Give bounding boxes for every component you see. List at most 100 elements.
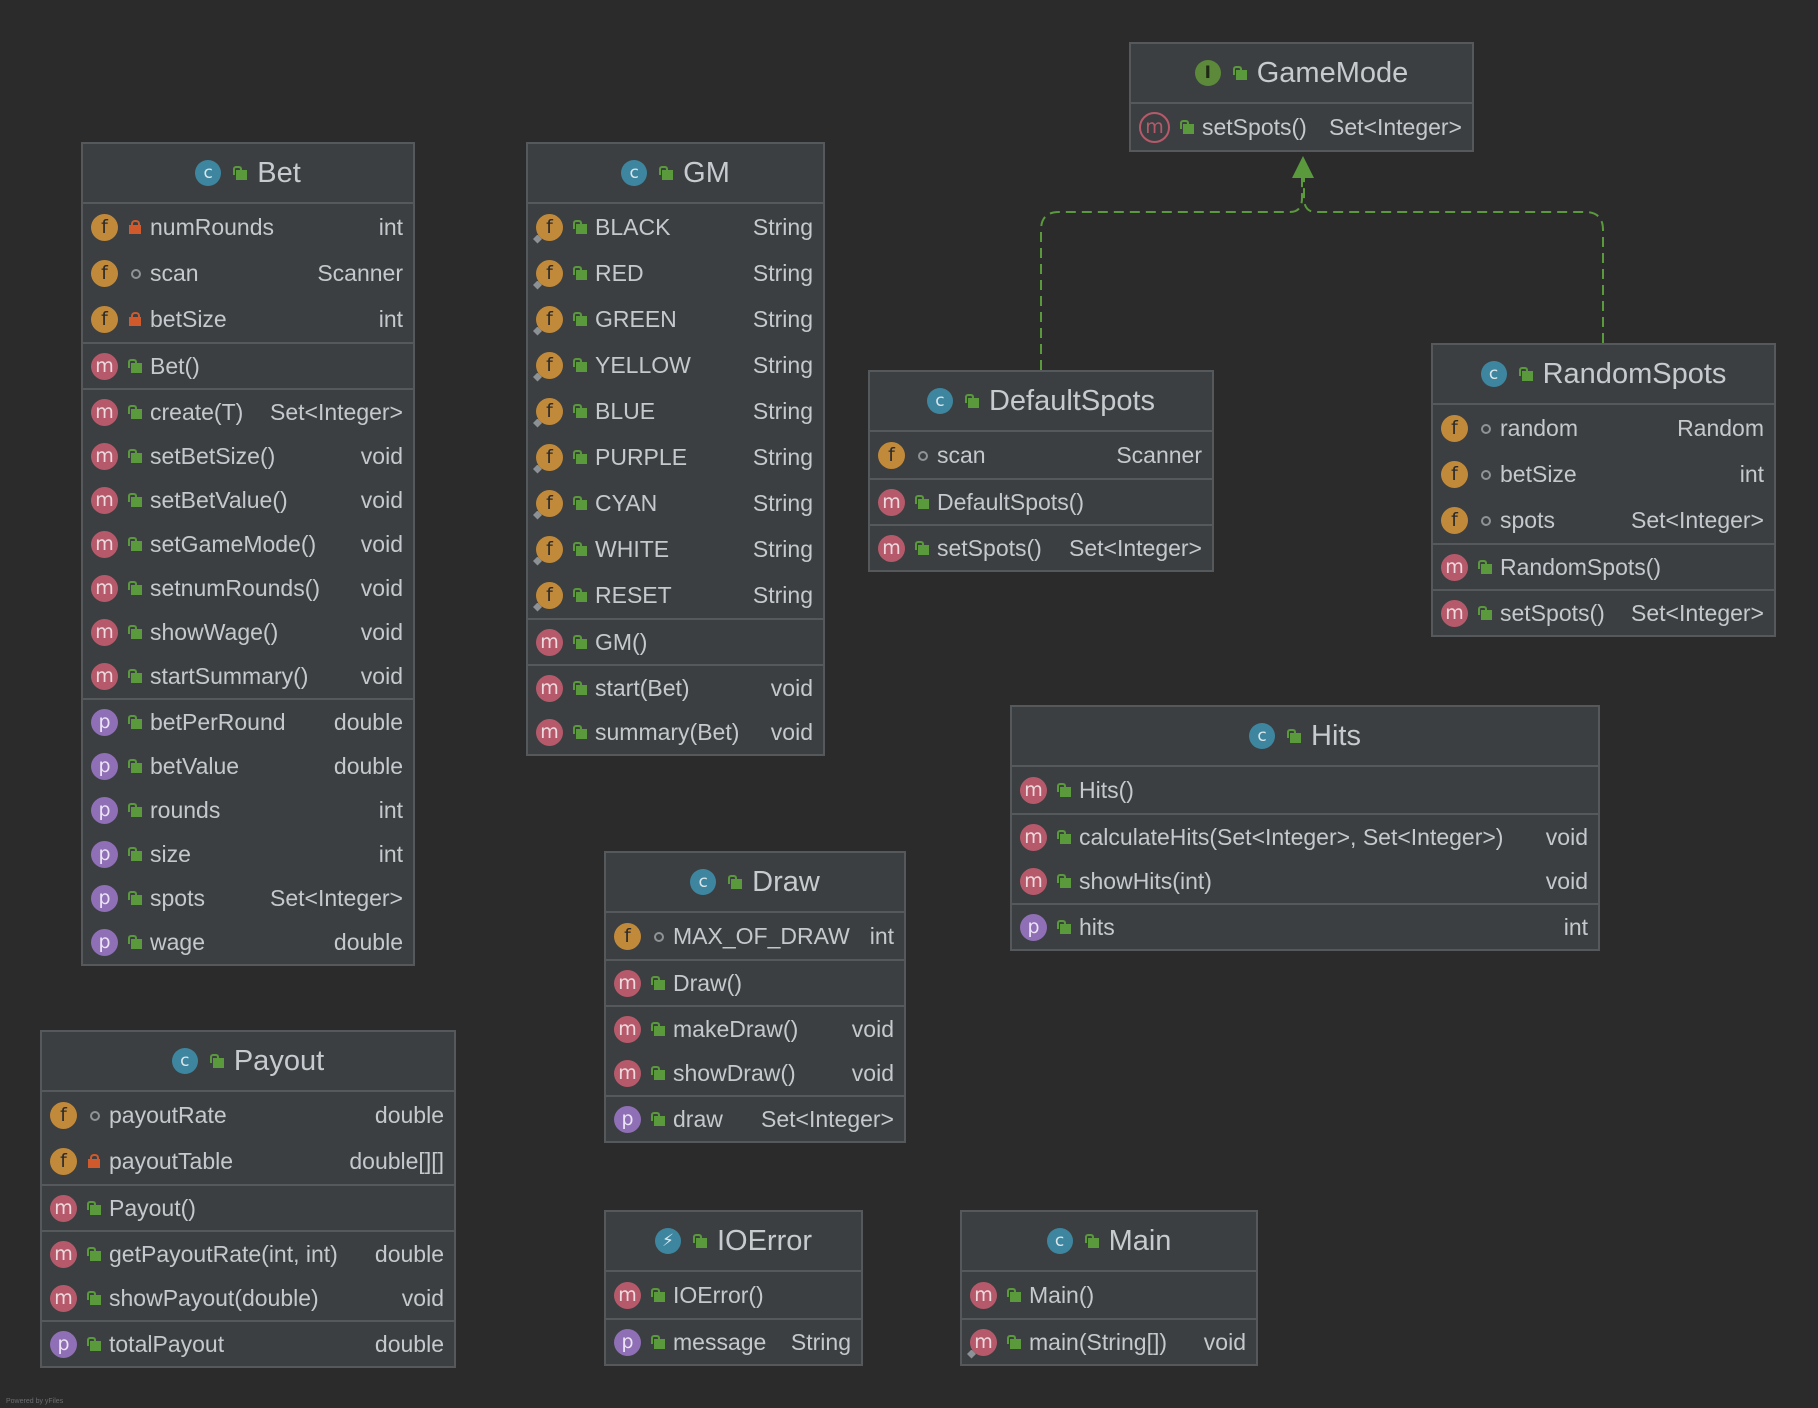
- defaultspots-section: m DefaultSpots(): [870, 480, 1212, 526]
- member-row[interactable]: m makeDraw() void: [606, 1007, 904, 1051]
- member-row[interactable]: m start(Bet) void: [528, 666, 823, 710]
- member-name: GREEN: [595, 305, 677, 332]
- field-icon: f: [91, 305, 118, 333]
- member-row[interactable]: p hits int: [1012, 905, 1598, 949]
- member-row[interactable]: m Payout(): [42, 1186, 454, 1230]
- class-defaultspots[interactable]: c DefaultSpots f scan Scanner m DefaultSpots()…: [868, 370, 1214, 572]
- member-row[interactable]: m Bet(): [83, 344, 413, 388]
- class-gamemode[interactable]: I GameMode m setSpots() Set<Integer>: [1129, 42, 1474, 152]
- member-row[interactable]: f BLACK String: [528, 204, 823, 250]
- member-row[interactable]: f GREEN String: [528, 296, 823, 342]
- member-row[interactable]: p message String: [606, 1320, 861, 1364]
- member-row[interactable]: f numRounds int: [83, 204, 413, 250]
- member-row[interactable]: p betPerRound double: [83, 700, 413, 744]
- member-row[interactable]: f MAX_OF_DRAW int: [606, 913, 904, 959]
- public-lock-icon: [87, 1291, 101, 1305]
- member-row[interactable]: p wage double: [83, 920, 413, 964]
- member-row[interactable]: m DefaultSpots(): [870, 480, 1212, 524]
- member-row[interactable]: f betSize int: [83, 296, 413, 342]
- member-type: Random: [1677, 414, 1764, 441]
- member-name: wage: [150, 928, 205, 955]
- member-row[interactable]: m GM(): [528, 620, 823, 664]
- class-ioerror[interactable]: ⚡ IOError m IOError() p message String: [604, 1210, 863, 1366]
- member-row[interactable]: m setnumRounds() void: [83, 566, 413, 610]
- member-row[interactable]: f betSize int: [1433, 451, 1774, 497]
- member-row[interactable]: f scan Scanner: [870, 432, 1212, 478]
- member-row[interactable]: f CYAN String: [528, 480, 823, 526]
- member-row[interactable]: m Main(): [962, 1272, 1256, 1318]
- member-row[interactable]: m showDraw() void: [606, 1051, 904, 1095]
- randomspots-section: m setSpots() Set<Integer>: [1433, 591, 1774, 635]
- class-hits[interactable]: c Hits m Hits() m calculateHits(Set<Integer>,…: [1010, 705, 1600, 951]
- payout-section: m Payout(): [42, 1186, 454, 1232]
- member-name: RED: [595, 259, 644, 286]
- member-row[interactable]: m setSpots() Set<Integer>: [1433, 591, 1774, 635]
- class-icon: c: [1480, 361, 1507, 387]
- member-row[interactable]: m showWage() void: [83, 610, 413, 654]
- member-row[interactable]: f spots Set<Integer>: [1433, 497, 1774, 543]
- member-row[interactable]: m setBetValue() void: [83, 478, 413, 522]
- private-lock-icon: [128, 220, 142, 234]
- public-lock-icon: [87, 1337, 101, 1351]
- member-row[interactable]: f payoutTable double[][]: [42, 1138, 454, 1184]
- member-row[interactable]: f scan Scanner: [83, 250, 413, 296]
- member-row[interactable]: p betValue double: [83, 744, 413, 788]
- public-lock-icon: [1057, 920, 1071, 934]
- class-gm[interactable]: c GM f BLACK String f RED String f GREEN String f YE…: [526, 142, 825, 756]
- hits-header: c Hits: [1012, 707, 1598, 767]
- member-row[interactable]: m setGameMode() void: [83, 522, 413, 566]
- member-row[interactable]: f payoutRate double: [42, 1092, 454, 1138]
- defaultspots-section: f scan Scanner: [870, 432, 1212, 480]
- member-row[interactable]: m Draw(): [606, 961, 904, 1005]
- member-row[interactable]: f YELLOW String: [528, 342, 823, 388]
- member-row[interactable]: p draw Set<Integer>: [606, 1097, 904, 1141]
- member-row[interactable]: f RED String: [528, 250, 823, 296]
- member-type: int: [869, 922, 894, 949]
- member-row[interactable]: p size int: [83, 832, 413, 876]
- member-row[interactable]: m startSummary() void: [83, 654, 413, 698]
- member-type: String: [752, 535, 813, 562]
- class-main[interactable]: c Main m Main() m main(String[]) void: [960, 1210, 1258, 1366]
- public-lock-icon: [128, 669, 142, 683]
- class-draw[interactable]: c Draw f MAX_OF_DRAW int m Draw() m makeDraw() vo…: [604, 851, 906, 1143]
- member-row[interactable]: m create(T) Set<Integer>: [83, 390, 413, 434]
- field-icon: f: [536, 305, 563, 333]
- member-row[interactable]: f BLUE String: [528, 388, 823, 434]
- package-visibility-icon: [1478, 513, 1492, 527]
- member-row[interactable]: p rounds int: [83, 788, 413, 832]
- member-row[interactable]: m setSpots() Set<Integer>: [870, 526, 1212, 570]
- hits-section: m Hits(): [1012, 767, 1598, 815]
- member-name: scan: [937, 441, 986, 468]
- member-row[interactable]: m RandomSpots(): [1433, 545, 1774, 589]
- class-payout[interactable]: c Payout f payoutRate double f payoutTable doub…: [40, 1030, 456, 1368]
- member-row[interactable]: f RESET String: [528, 572, 823, 618]
- member-row[interactable]: m Hits(): [1012, 767, 1598, 813]
- member-name: betSize: [1500, 460, 1577, 487]
- member-name: payoutRate: [109, 1101, 227, 1128]
- class-randomspots[interactable]: c RandomSpots f random Random f betSize int f spo…: [1431, 343, 1776, 637]
- bet-section: m create(T) Set<Integer> m setBetSize() void m…: [83, 390, 413, 700]
- member-row[interactable]: m showHits(int) void: [1012, 859, 1598, 903]
- member-row[interactable]: m summary(Bet) void: [528, 710, 823, 754]
- member-row[interactable]: f PURPLE String: [528, 434, 823, 480]
- member-row[interactable]: f WHITE String: [528, 526, 823, 572]
- member-row[interactable]: m setSpots() Set<Integer>: [1131, 104, 1472, 150]
- randomspots-title: RandomSpots: [1542, 357, 1727, 390]
- member-row[interactable]: m IOError(): [606, 1272, 861, 1318]
- member-row[interactable]: p totalPayout double: [42, 1322, 454, 1366]
- field-icon: f: [536, 259, 563, 287]
- defaultspots-section: m setSpots() Set<Integer>: [870, 526, 1212, 570]
- method-icon: m: [1441, 599, 1468, 627]
- public-lock-icon: [573, 635, 587, 649]
- member-row[interactable]: m calculateHits(Set<Integer>, Set<Integer…: [1012, 815, 1598, 859]
- defaultspots-title: DefaultSpots: [988, 384, 1156, 417]
- public-lock-icon: [1007, 1335, 1021, 1349]
- member-row[interactable]: m showPayout(double) void: [42, 1276, 454, 1320]
- member-name: setBetSize(): [150, 442, 276, 469]
- member-row[interactable]: f random Random: [1433, 405, 1774, 451]
- member-row[interactable]: m getPayoutRate(int, int) double: [42, 1232, 454, 1276]
- member-row[interactable]: m setBetSize() void: [83, 434, 413, 478]
- member-row[interactable]: p spots Set<Integer>: [83, 876, 413, 920]
- class-bet[interactable]: c Bet f numRounds int f scan Scanner f betSize int…: [81, 142, 415, 966]
- member-row[interactable]: m main(String[]) void: [962, 1320, 1256, 1364]
